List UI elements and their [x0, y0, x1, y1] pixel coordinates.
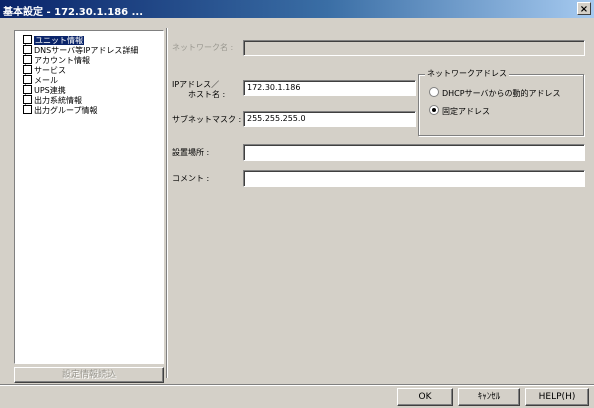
help-button[interactable]: HELP(H): [525, 388, 589, 406]
tree-item-label: サービス: [34, 66, 66, 75]
settings-tree: ユニット情報 DNSサーバ等IPアドレス詳細 アカウント情報 サービス メール …: [14, 30, 164, 364]
location-field[interactable]: [243, 144, 585, 161]
tree-item-label: DNSサーバ等IPアドレス詳細: [34, 46, 139, 55]
tree-node-icon: [23, 55, 32, 64]
radio-selected-icon: [429, 105, 439, 115]
tree-node-icon: [23, 35, 32, 44]
radio-icon: [429, 87, 439, 97]
tree-node-icon: [23, 95, 32, 104]
panel-separator: [166, 28, 168, 378]
tree-item-account-info[interactable]: アカウント情報: [23, 55, 90, 65]
tree-item-label: メール: [34, 76, 58, 85]
tree-item-label: 出力グループ情報: [34, 106, 98, 115]
tree-item-mail[interactable]: メール: [23, 75, 58, 85]
tree-item-output-system[interactable]: 出力系統情報: [23, 95, 82, 105]
ip-address-label-line2: ホスト名 :: [188, 90, 226, 99]
footer-separator: [0, 384, 594, 386]
tree-item-label: アカウント情報: [34, 56, 90, 65]
location-label: 設置場所 :: [172, 148, 210, 157]
network-address-group-title: ネットワークアドレス: [425, 69, 509, 79]
close-icon[interactable]: ×: [577, 2, 591, 15]
load-settings-button[interactable]: 設定情報読込: [14, 367, 164, 383]
dhcp-radio-option[interactable]: DHCPサーバからの動的アドレス: [429, 87, 561, 99]
static-radio-label: 固定アドレス: [442, 107, 490, 116]
network-address-group: ネットワークアドレス DHCPサーバからの動的アドレス 固定アドレス: [418, 69, 584, 136]
tree-node-icon: [23, 105, 32, 114]
tree-item-service[interactable]: サービス: [23, 65, 66, 75]
tree-node-icon: [23, 75, 32, 84]
static-radio-option[interactable]: 固定アドレス: [429, 105, 490, 117]
tree-item-ups-link[interactable]: UPS連携: [23, 85, 66, 95]
comment-field[interactable]: [243, 170, 585, 187]
tree-item-dns-ip-detail[interactable]: DNSサーバ等IPアドレス詳細: [23, 45, 138, 55]
comment-label: コメント :: [172, 174, 210, 183]
tree-item-label: ユニット情報: [34, 36, 84, 45]
tree-node-icon: [23, 45, 32, 54]
ok-button[interactable]: OK: [397, 388, 453, 406]
network-name-field[interactable]: [243, 40, 585, 56]
subnet-mask-label: サブネットマスク :: [172, 115, 242, 124]
tree-item-output-group[interactable]: 出力グループ情報: [23, 105, 98, 115]
tree-item-unit-info[interactable]: ユニット情報: [23, 35, 84, 45]
network-name-label: ネットワーク名 :: [172, 43, 234, 52]
cancel-button[interactable]: ｷｬﾝｾﾙ: [458, 388, 520, 406]
ip-address-label-line1: IPアドレス／: [172, 80, 220, 89]
ip-address-field[interactable]: 172.30.1.186: [243, 80, 416, 96]
subnet-mask-field[interactable]: 255.255.255.0: [243, 111, 416, 127]
dhcp-radio-label: DHCPサーバからの動的アドレス: [442, 89, 561, 98]
tree-node-icon: [23, 85, 32, 94]
tree-item-label: UPS連携: [34, 86, 66, 95]
tree-node-icon: [23, 65, 32, 74]
title-bar: 基本設定 - 172.30.1.186 ... ×: [0, 0, 594, 18]
tree-item-label: 出力系統情報: [34, 96, 82, 105]
window-title: 基本設定 - 172.30.1.186 ...: [3, 7, 144, 18]
